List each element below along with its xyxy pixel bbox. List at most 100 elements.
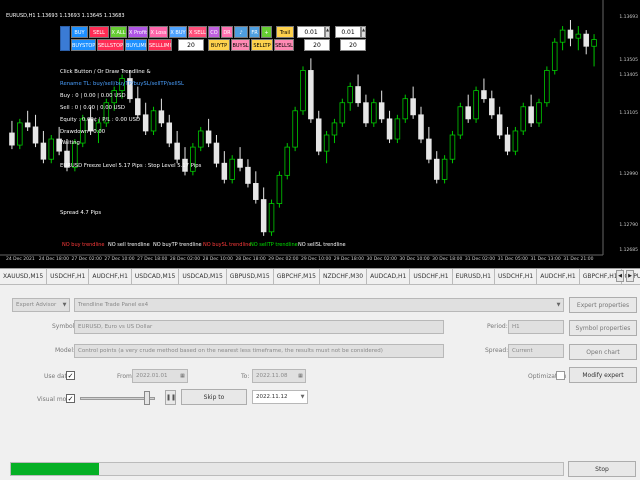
modify-expert-button[interactable]: Modify expert: [569, 367, 637, 383]
candle-body: [583, 33, 589, 47]
symbol-tab[interactable]: EURUSD,H1: [453, 269, 496, 284]
symbol-tab[interactable]: AUDCAD,H1: [367, 269, 411, 284]
pips-input-2[interactable]: 20: [304, 39, 330, 51]
buytp-button[interactable]: BUYTP: [208, 39, 230, 51]
selltp-button[interactable]: SELLTP: [251, 39, 273, 51]
info-rename-hint: Rename TL: buy/sell/buyTP/buySL/sellTP/s…: [60, 81, 184, 87]
strategy-tester-panel: [0, 285, 640, 480]
symbol-tab[interactable]: GBPCHF,M15: [274, 269, 320, 284]
lot-size-input-2[interactable]: 0.01: [335, 26, 361, 38]
buy-button[interactable]: BUY: [71, 26, 88, 38]
trendline-status: NO buy trendline: [62, 242, 105, 248]
tabs-scroll-left[interactable]: ◀: [616, 270, 624, 282]
symbol-tab[interactable]: USDCHF,H1: [410, 269, 453, 284]
pause-button[interactable]: ❚❚: [165, 390, 176, 405]
open-chart-button[interactable]: Open chart: [569, 344, 637, 360]
close-sell-button[interactable]: X SELL: [188, 26, 207, 38]
symbol-tab[interactable]: AUDCHF,H1: [89, 269, 132, 284]
pips-input-3[interactable]: 20: [340, 39, 366, 51]
dr-button[interactable]: DR: [221, 26, 233, 38]
symbol-tab[interactable]: USDCAD,M15: [179, 269, 227, 284]
panel-grip[interactable]: [60, 26, 70, 51]
time-label: 31 Dec 05:00: [497, 257, 528, 262]
candle-body: [268, 203, 275, 233]
candle-body: [567, 29, 574, 39]
skip-to-button[interactable]: Skip to: [181, 389, 247, 405]
candle-body: [142, 114, 149, 132]
sellsl-button[interactable]: SELLSL: [274, 39, 294, 51]
buystop-button[interactable]: BUYSTOP: [71, 39, 96, 51]
symbol-tab[interactable]: USDCHF,H1: [495, 269, 538, 284]
symbol-tab[interactable]: XAUUSD,M15: [0, 269, 48, 284]
price-chart[interactable]: EURUSD,H1 1.13693 1.13693 1.13645 1.1368…: [0, 0, 640, 268]
close-buy-button[interactable]: X BUY: [169, 26, 187, 38]
symbol-tab[interactable]: USDCHF,H1: [47, 269, 90, 284]
selllimit-button[interactable]: SELLLIMIT: [148, 39, 172, 51]
candle-body: [260, 199, 267, 233]
checkmark-icon: ✓: [67, 372, 74, 380]
candle-body: [489, 98, 495, 116]
symbol-tab[interactable]: NZDCHF,M30: [320, 269, 368, 284]
candle-body: [315, 118, 322, 152]
symbol-select[interactable]: EURUSD, Euro vs US Dollar: [74, 320, 444, 334]
use-date-checkbox[interactable]: ✓: [66, 371, 75, 380]
tabs-scroll-right[interactable]: ▶: [626, 270, 634, 282]
lot-size-input-1[interactable]: 0.01: [297, 26, 325, 38]
info-equity: Equity : 0.00¢ | P/L : 0.00 USD: [60, 117, 141, 123]
time-label: 30 Dec 18:00: [432, 257, 463, 262]
info-status: Waiting: [60, 140, 80, 146]
time-label: 27 Dec 02:00: [71, 257, 102, 262]
from-date-value: 2022.01.01: [136, 373, 168, 379]
candle-body: [473, 90, 479, 120]
plus-button[interactable]: +: [261, 26, 272, 38]
time-label: 31 Dec 02:00: [464, 257, 496, 262]
time-label: 29 Dec 18:00: [333, 257, 365, 262]
speed-slider-thumb[interactable]: [144, 391, 150, 405]
symbol-tab[interactable]: USDCAD,M15: [132, 269, 180, 284]
co-button[interactable]: CO: [208, 26, 220, 38]
pips-input-1[interactable]: 20: [178, 39, 204, 51]
expert-select[interactable]: Trendline Trade Panel ex4 ▼: [74, 298, 564, 312]
price-label: 1.12685: [619, 248, 638, 253]
caret-up-icon: ▲: [362, 27, 366, 32]
close-all-button[interactable]: X ALL: [110, 26, 127, 38]
time-label: 24 Dec 18:00: [38, 257, 70, 262]
from-date-input[interactable]: 2022.01.01 ▦: [132, 369, 188, 383]
candle-body: [355, 86, 361, 104]
to-date-value: 2022.11.08: [256, 373, 288, 379]
candle-body: [253, 183, 259, 200]
to-date-input[interactable]: 2022.11.08 ▦: [252, 369, 306, 383]
symbol-properties-button[interactable]: Symbol properties: [569, 320, 637, 336]
visual-mode-checkbox[interactable]: ✓: [66, 394, 75, 403]
time-label: 28 Dec 10:00: [202, 257, 233, 262]
spread-select[interactable]: Current: [508, 344, 564, 358]
candle-body: [394, 118, 401, 140]
time-label: 30 Dec 10:00: [399, 257, 430, 262]
sound-button[interactable]: ♪: [234, 26, 248, 38]
buysl-button[interactable]: BUYSL: [231, 39, 250, 51]
optimization-checkbox[interactable]: [556, 371, 565, 380]
sell-button[interactable]: SELL: [89, 26, 109, 38]
trail-button[interactable]: Trail: [276, 26, 294, 38]
buylimit-button[interactable]: BUYLIMIT: [125, 39, 147, 51]
period-select[interactable]: H1: [508, 320, 564, 334]
sellstop-button[interactable]: SELLSTOP: [97, 39, 124, 51]
close-profit-button[interactable]: X Profit: [128, 26, 148, 38]
candle-body: [378, 102, 385, 120]
close-loss-button[interactable]: X Loss: [149, 26, 168, 38]
stop-button[interactable]: Stop: [568, 461, 636, 477]
lot1-stepper[interactable]: ▲: [325, 26, 330, 38]
skip-date-input[interactable]: 2022.11.12 ▼: [252, 390, 308, 404]
checkmark-icon: ✓: [67, 395, 74, 403]
model-select[interactable]: Control points (a very crude method base…: [74, 344, 444, 358]
ea-type-select[interactable]: Expert Advisor ▼: [12, 298, 70, 312]
lot2-stepper[interactable]: ▲: [361, 26, 366, 38]
symbol-label: Symbol:: [52, 323, 77, 330]
fr-button[interactable]: FR: [249, 26, 260, 38]
symbol-tab[interactable]: GBPUSD,M15: [227, 269, 274, 284]
candle-body: [512, 130, 519, 152]
symbol-tab[interactable]: AUDCHF,H1: [537, 269, 580, 284]
candle-body: [520, 106, 527, 132]
candle-body: [371, 102, 377, 124]
expert-properties-button[interactable]: Expert properties: [569, 297, 637, 313]
